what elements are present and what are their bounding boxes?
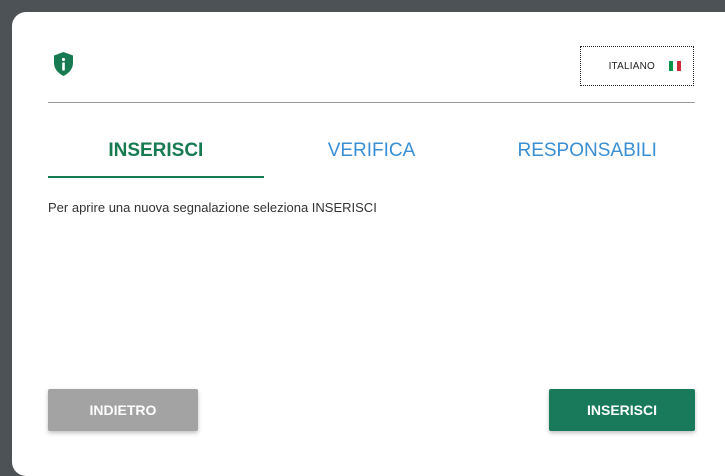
tab-verifica[interactable]: VERIFICA [264,130,480,178]
tab-bar: INSERISCI VERIFICA RESPONSABILI [48,130,695,178]
insert-button[interactable]: INSERISCI [549,389,695,431]
language-label: ITALIANO [608,60,655,72]
shield-info-icon [54,52,73,76]
language-selector[interactable]: ITALIANO [580,46,694,86]
back-button[interactable]: INDIETRO [48,389,198,431]
instruction-text: Per aprire una nuova segnalazione selezi… [48,200,377,215]
italian-flag-icon [669,61,681,71]
tab-inserisci[interactable]: INSERISCI [48,130,264,178]
dialog-card: ITALIANO INSERISCI VERIFICA RESPONSABILI… [12,12,725,476]
tab-responsabili[interactable]: RESPONSABILI [479,130,695,178]
header-divider [48,102,695,103]
